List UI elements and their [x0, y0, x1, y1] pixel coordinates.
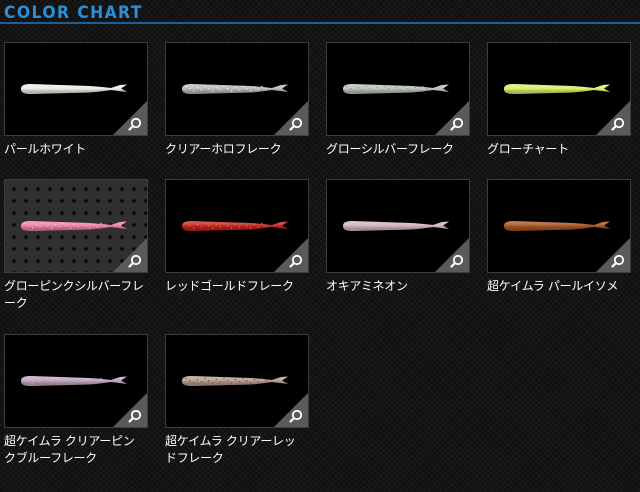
zoom-icon[interactable] [596, 238, 630, 272]
color-card[interactable]: オキアミネオン [326, 179, 472, 295]
lure-thumbnail[interactable] [487, 42, 631, 136]
color-card[interactable]: グローシルバーフレーク [326, 42, 472, 158]
color-card[interactable]: パールホワイト [4, 42, 150, 158]
color-name-label[interactable]: クリアーホロフレーク [165, 141, 305, 158]
lure-thumbnail[interactable] [4, 42, 148, 136]
zoom-icon[interactable] [435, 238, 469, 272]
color-card[interactable]: レッドゴールドフレーク [165, 179, 311, 295]
zoom-icon[interactable] [113, 101, 147, 135]
zoom-icon[interactable] [435, 101, 469, 135]
color-card[interactable]: クリアーホロフレーク [165, 42, 311, 158]
color-name-label[interactable]: パールホワイト [4, 141, 144, 158]
color-name-label[interactable]: グローチャート [487, 141, 627, 158]
lure-thumbnail[interactable] [4, 334, 148, 428]
color-name-label[interactable]: グローピンクシルバーフレーク [4, 278, 144, 312]
color-card[interactable]: 超ケイムラ クリアーピンクブルーフレーク [4, 334, 150, 467]
lure-thumbnail[interactable] [326, 42, 470, 136]
color-card[interactable]: グローチャート [487, 42, 633, 158]
zoom-icon[interactable] [596, 101, 630, 135]
zoom-icon[interactable] [274, 393, 308, 427]
color-card[interactable]: グローピンクシルバーフレーク [4, 179, 150, 312]
page-title: COLOR CHART [4, 3, 143, 23]
lure-thumbnail[interactable] [4, 179, 148, 273]
lure-thumbnail[interactable] [326, 179, 470, 273]
color-name-label[interactable]: 超ケイムラ パールイソメ [487, 278, 627, 295]
lure-thumbnail[interactable] [165, 334, 309, 428]
color-chart-header: COLOR CHART [0, 0, 640, 26]
color-name-label[interactable]: 超ケイムラ クリアーレッドフレーク [165, 433, 305, 467]
header-divider [0, 22, 640, 24]
zoom-icon[interactable] [274, 238, 308, 272]
color-name-label[interactable]: グローシルバーフレーク [326, 141, 466, 158]
lure-thumbnail[interactable] [487, 179, 631, 273]
color-card[interactable]: 超ケイムラ クリアーレッドフレーク [165, 334, 311, 467]
zoom-icon[interactable] [274, 101, 308, 135]
color-name-label[interactable]: オキアミネオン [326, 278, 466, 295]
zoom-icon[interactable] [113, 238, 147, 272]
color-name-label[interactable]: 超ケイムラ クリアーピンクブルーフレーク [4, 433, 144, 467]
color-card[interactable]: 超ケイムラ パールイソメ [487, 179, 633, 295]
lure-thumbnail[interactable] [165, 179, 309, 273]
lure-thumbnail[interactable] [165, 42, 309, 136]
color-name-label[interactable]: レッドゴールドフレーク [165, 278, 305, 295]
zoom-icon[interactable] [113, 393, 147, 427]
